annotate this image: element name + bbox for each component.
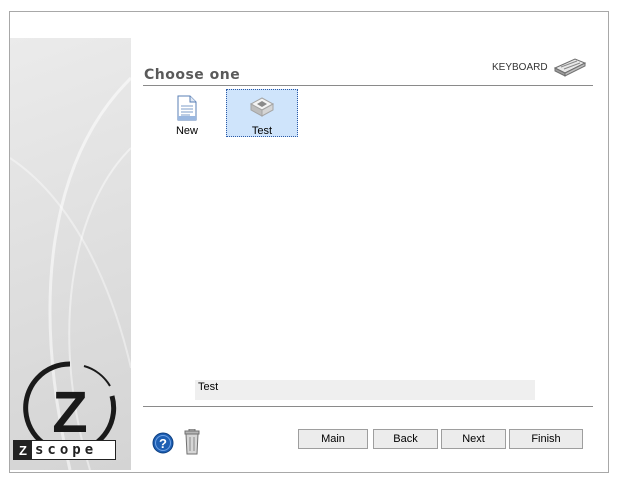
status-bar: Test <box>195 380 535 400</box>
item-new[interactable]: New <box>151 90 223 138</box>
trash-icon[interactable] <box>183 429 201 455</box>
title-divider <box>143 85 593 86</box>
back-button[interactable]: Back <box>373 429 438 449</box>
help-icon[interactable]: ? <box>152 432 174 454</box>
zscope-wordmark: Z scope <box>13 440 116 460</box>
item-label: New <box>175 125 198 137</box>
keyboard-key-icon <box>249 97 275 117</box>
logo-letter: Z <box>52 380 87 445</box>
keyboard-label: KEYBOARD <box>492 61 548 73</box>
wordmark-z-box: Z <box>14 441 32 459</box>
next-button[interactable]: Next <box>441 429 506 449</box>
document-icon <box>177 95 197 121</box>
keyboard-icon <box>553 58 586 77</box>
item-test[interactable]: Test <box>226 89 298 137</box>
wordmark-scope: scope <box>35 442 98 458</box>
main-panel: Choose one KEYBOARD New Test Test ? Main… <box>131 38 608 470</box>
wizard-window: Z Z scope Choose one KEYBOARD New Test T… <box>9 11 609 473</box>
finish-button[interactable]: Finish <box>509 429 583 449</box>
page-title: Choose one <box>144 67 241 83</box>
main-button[interactable]: Main <box>298 429 368 449</box>
sidebar: Z Z scope <box>10 38 131 470</box>
keyboard-button[interactable]: KEYBOARD <box>492 56 587 78</box>
footer-divider <box>143 406 593 407</box>
svg-text:?: ? <box>159 436 167 451</box>
item-label: Test <box>251 125 273 137</box>
